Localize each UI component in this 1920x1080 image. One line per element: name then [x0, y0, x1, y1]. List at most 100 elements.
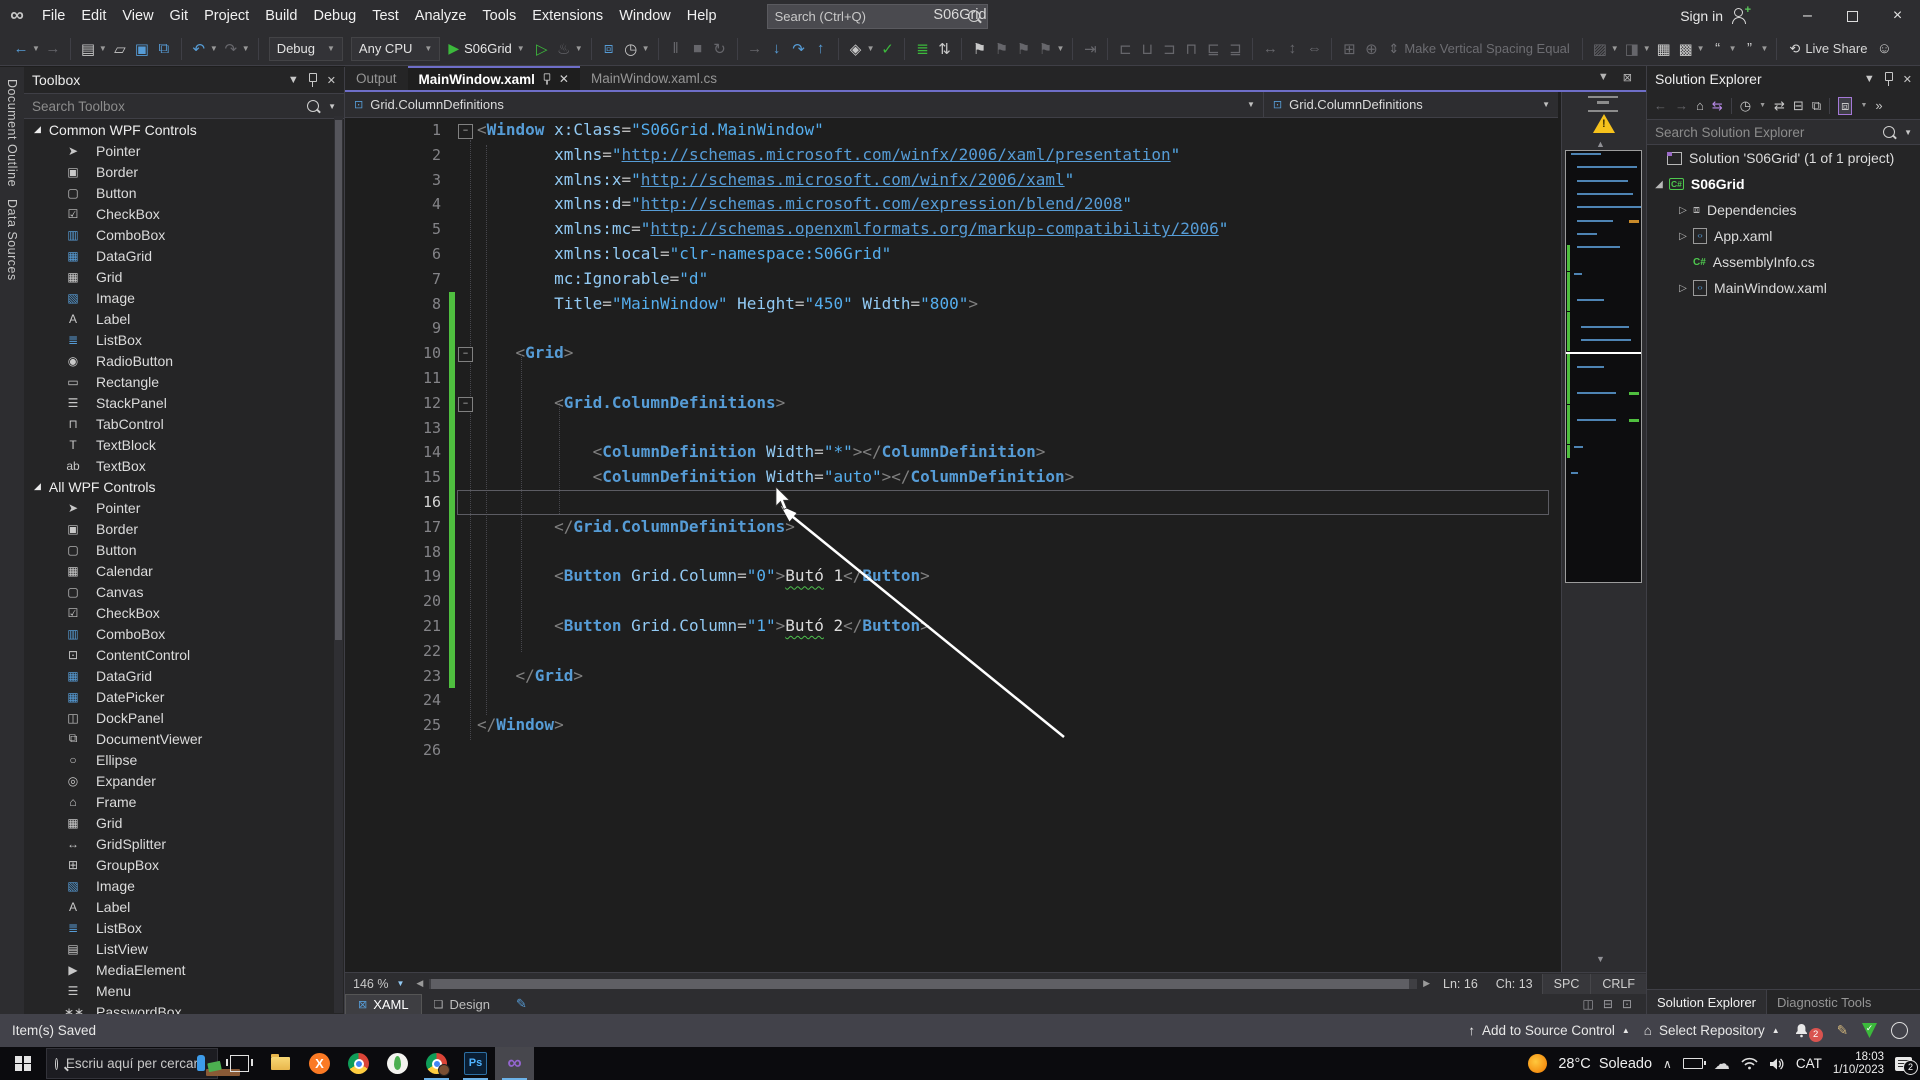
scrollbar-map-column[interactable]: ▲ ▼ — [1561, 92, 1646, 972]
collapsed-arrow-icon[interactable]: ▷ — [1677, 283, 1689, 294]
scroll-left-icon[interactable]: ◀ — [412, 978, 427, 989]
code-line-14[interactable]: 14 <ColumnDefinition Width="*"></ColumnD… — [345, 440, 1561, 465]
close-icon[interactable]: ✕ — [559, 72, 569, 86]
split-vertical-icon[interactable]: ◫ — [1583, 997, 1594, 1011]
split-horizontal-icon[interactable]: ⊟ — [1603, 997, 1613, 1011]
preview-icon[interactable]: ◨ — [1622, 40, 1642, 58]
toolbox-item-checkbox[interactable]: ☑CheckBox — [24, 602, 344, 623]
menu-file[interactable]: File — [34, 0, 73, 32]
code-line-13[interactable]: 13 — [345, 416, 1561, 441]
chevron-down-icon[interactable]: ▼ — [1864, 73, 1875, 85]
chevron-down-icon[interactable]: ▼ — [575, 44, 583, 53]
code-line-2[interactable]: 2 xmlns="http://schemas.microsoft.com/wi… — [345, 143, 1561, 168]
toolbox-item-listview[interactable]: ▤ListView — [24, 938, 344, 959]
toolbox-item-pointer[interactable]: ➤Pointer — [24, 140, 344, 161]
select-repository-button[interactable]: ⌂ Select Repository ▲ — [1644, 1023, 1780, 1038]
menu-build[interactable]: Build — [257, 0, 305, 32]
quotes-close-icon[interactable]: ” — [1739, 40, 1759, 57]
toolbox-item-border[interactable]: ▣Border — [24, 161, 344, 182]
chevron-down-icon[interactable]: ▼ — [328, 102, 336, 111]
tree-item-project[interactable]: ◢C#S06Grid — [1647, 171, 1920, 197]
menu-edit[interactable]: Edit — [73, 0, 114, 32]
hot-reload-icon[interactable]: ♨ — [554, 40, 574, 58]
chevron-down-icon[interactable]: ▼ — [1247, 100, 1255, 109]
wifi-icon[interactable] — [1741, 1057, 1758, 1070]
spell-check-icon[interactable]: ✓ — [877, 40, 897, 58]
solution-search-input[interactable]: Search Solution Explorer ▼ — [1647, 120, 1920, 145]
spaces-toggle[interactable]: SPC — [1542, 974, 1591, 994]
breadcrumb-member-dropdown[interactable]: ⊡ Grid.ColumnDefinitions ▼ — [1264, 97, 1558, 112]
onedrive-cloud-icon[interactable]: ☁ — [1714, 1054, 1730, 1074]
nav-back-icon[interactable]: ← — [11, 40, 31, 57]
chevron-down-icon[interactable]: ▼ — [1611, 44, 1619, 53]
horizontal-scrollbar[interactable] — [429, 979, 1417, 989]
chevron-down-icon[interactable]: ▼ — [288, 74, 299, 86]
code-line-1[interactable]: 1−<Window x:Class="S06Grid.MainWindow" — [345, 118, 1561, 143]
health-check-icon[interactable]: ✓ — [1862, 1023, 1877, 1038]
menu-test[interactable]: Test — [364, 0, 407, 32]
code-line-4[interactable]: 4 xmlns:d="http://schemas.microsoft.com/… — [345, 192, 1561, 217]
code-line-12[interactable]: 12− <Grid.ColumnDefinitions> — [345, 391, 1561, 416]
toolbox-item-contentcontrol[interactable]: ⊡ContentControl — [24, 644, 344, 665]
chevron-down-icon[interactable]: ▼ — [1697, 44, 1705, 53]
chevron-down-icon[interactable]: ▼ — [1860, 102, 1867, 109]
sign-in-button[interactable]: Sign in — [1680, 8, 1723, 24]
close-icon[interactable]: ✕ — [327, 74, 336, 87]
avatar-circle[interactable] — [1891, 1022, 1908, 1039]
code-line-18[interactable]: 18 — [345, 540, 1561, 565]
live-share-button[interactable]: ⟲Live Share — [1789, 41, 1867, 57]
back-icon[interactable]: ← — [1654, 98, 1667, 113]
align-tops-icon[interactable]: ⊓ — [1181, 40, 1201, 58]
toolbox-item-menu[interactable]: ☰Menu — [24, 980, 344, 1001]
weather-widget[interactable]: 28°C Soleado — [1558, 1056, 1652, 1072]
menu-tools[interactable]: Tools — [474, 0, 524, 32]
tree-item-app-xaml[interactable]: ▷‹›App.xaml — [1647, 223, 1920, 249]
tab-document-outline[interactable]: Document Outline — [5, 79, 19, 187]
toolbox-item-dockpanel[interactable]: ◫DockPanel — [24, 707, 344, 728]
forward-icon[interactable]: → — [1675, 98, 1688, 113]
scroll-right-icon[interactable]: ▶ — [1419, 978, 1434, 989]
tab-design-view[interactable]: ❏ Design — [422, 994, 502, 1014]
weather-sun-icon[interactable] — [1528, 1054, 1547, 1073]
align-centers-icon[interactable]: ⊔ — [1137, 40, 1157, 58]
notifications-bell[interactable]: 2 — [1794, 1020, 1823, 1042]
task-view-icon[interactable] — [230, 1055, 249, 1072]
toolbox-group-0[interactable]: ◢Common WPF Controls — [24, 119, 344, 140]
align-lefts-icon[interactable]: ⊏ — [1115, 40, 1135, 58]
breadcrumb-element-dropdown[interactable]: ⊡ Grid.ColumnDefinitions — [345, 97, 1247, 112]
toolbox-item-datagrid[interactable]: ▦DataGrid — [24, 665, 344, 686]
expand-pane-icon[interactable]: ⊡ — [1622, 997, 1632, 1011]
toolbox-item-gridsplitter[interactable]: ↔GridSplitter — [24, 833, 344, 854]
tab-mainwindow-xaml[interactable]: MainWindow.xaml✕ — [408, 66, 580, 90]
scroll-down-icon[interactable]: ▼ — [1596, 954, 1605, 964]
make-vertical-spacing-equal-button[interactable]: ⇕Make Vertical Spacing Equal — [1388, 41, 1569, 57]
menu-analyze[interactable]: Analyze — [407, 0, 475, 32]
taskbar-clock[interactable]: 18:031/10/2023 — [1833, 1051, 1884, 1077]
start-debugging-button[interactable]: ▶S06Grid▼ — [448, 40, 526, 57]
chevron-down-icon[interactable]: ▼ — [210, 44, 218, 53]
tray-expand-icon[interactable]: ∧ — [1663, 1057, 1672, 1071]
chevron-down-icon[interactable]: ▼ — [1904, 128, 1912, 137]
chevron-down-icon[interactable]: ▼ — [1760, 44, 1768, 53]
toolbox-item-expander[interactable]: ◎Expander — [24, 770, 344, 791]
toolbox-item-canvas[interactable]: ▢Canvas — [24, 581, 344, 602]
step-out-icon[interactable]: ↑ — [811, 40, 831, 57]
pause-icon[interactable]: ‖ — [666, 40, 686, 57]
code-line-24[interactable]: 24 — [345, 688, 1561, 713]
toolbox-item-listbox[interactable]: ≣ListBox — [24, 329, 344, 350]
same-height-icon[interactable]: ↕ — [1282, 40, 1302, 57]
taskbar-mongodb[interactable] — [378, 1047, 417, 1080]
restore-button[interactable] — [1830, 0, 1875, 32]
collapse-box-icon[interactable]: − — [458, 124, 473, 139]
indent-icon[interactable]: ⇥ — [1080, 40, 1100, 58]
taskbar-visual-studio[interactable]: ∞ — [495, 1047, 534, 1080]
undo-icon[interactable]: ↶ — [189, 40, 209, 58]
toolbox-item-radiobutton[interactable]: ◉RadioButton — [24, 350, 344, 371]
menu-view[interactable]: View — [114, 0, 161, 32]
redo-icon[interactable]: ↷ — [221, 40, 241, 58]
pending-changes-filter-icon[interactable]: ◷ — [1740, 98, 1751, 114]
toolbox-item-combobox[interactable]: ▥ComboBox — [24, 224, 344, 245]
toolbox-item-documentviewer[interactable]: ⧉DocumentViewer — [24, 728, 344, 749]
taskbar-chrome-profile[interactable] — [417, 1047, 456, 1080]
zoom-fit-icon[interactable]: ⊕ — [1361, 40, 1381, 58]
